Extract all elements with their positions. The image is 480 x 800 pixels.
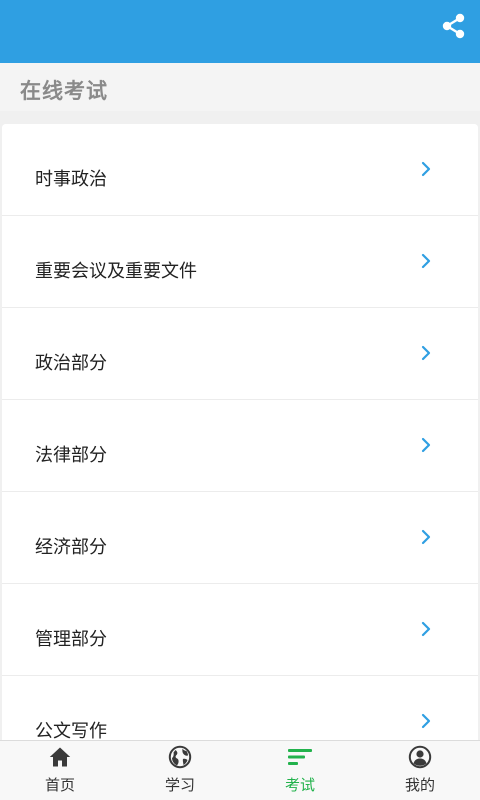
globe-icon (168, 745, 192, 769)
bottom-navigation: 首页 学习 考试 我的 (0, 740, 480, 800)
list-item-official-writing[interactable]: 公文写作 (2, 676, 478, 740)
user-icon (408, 745, 432, 769)
nav-tab-study[interactable]: 学习 (120, 741, 240, 800)
page-title: 在线考试 (20, 79, 108, 103)
top-app-bar (0, 0, 480, 63)
list-item-economics[interactable]: 经济部分 (2, 492, 478, 584)
app-root: 在线考试 时事政治 重要会议及重要文件 政治部分 法律部分 经济部分 管理部分 … (0, 0, 480, 800)
list-item-management[interactable]: 管理部分 (2, 584, 478, 676)
list-item-label: 政治部分 (35, 353, 107, 374)
list-item-label: 重要会议及重要文件 (35, 261, 197, 282)
nav-label: 我的 (404, 776, 435, 794)
page-header: 在线考试 (0, 63, 480, 111)
nav-label: 学习 (164, 776, 195, 794)
list-item-label: 法律部分 (35, 445, 107, 466)
chevron-right-icon (421, 345, 431, 361)
chevron-right-icon (421, 437, 431, 453)
nav-label: 考试 (284, 776, 315, 794)
list-item-current-affairs[interactable]: 时事政治 (2, 124, 478, 216)
list-item-important-meetings[interactable]: 重要会议及重要文件 (2, 216, 478, 308)
exam-category-list: 时事政治 重要会议及重要文件 政治部分 法律部分 经济部分 管理部分 公文写作 (2, 124, 478, 740)
nav-label: 首页 (44, 776, 75, 794)
list-item-label: 管理部分 (35, 629, 107, 650)
list-item-label: 时事政治 (35, 169, 107, 190)
nav-tab-home[interactable]: 首页 (0, 741, 120, 800)
chevron-right-icon (421, 253, 431, 269)
chevron-right-icon (421, 529, 431, 545)
list-item-label: 公文写作 (35, 721, 107, 740)
share-icon[interactable] (440, 12, 468, 40)
nav-tab-mine[interactable]: 我的 (360, 741, 480, 800)
nav-tab-exam[interactable]: 考试 (240, 741, 360, 800)
list-item-law[interactable]: 法律部分 (2, 400, 478, 492)
list-item-label: 经济部分 (35, 537, 107, 558)
list-icon (288, 749, 312, 765)
chevron-right-icon (421, 621, 431, 637)
home-icon (49, 747, 71, 767)
chevron-right-icon (421, 161, 431, 177)
chevron-right-icon (421, 713, 431, 729)
list-item-politics[interactable]: 政治部分 (2, 308, 478, 400)
